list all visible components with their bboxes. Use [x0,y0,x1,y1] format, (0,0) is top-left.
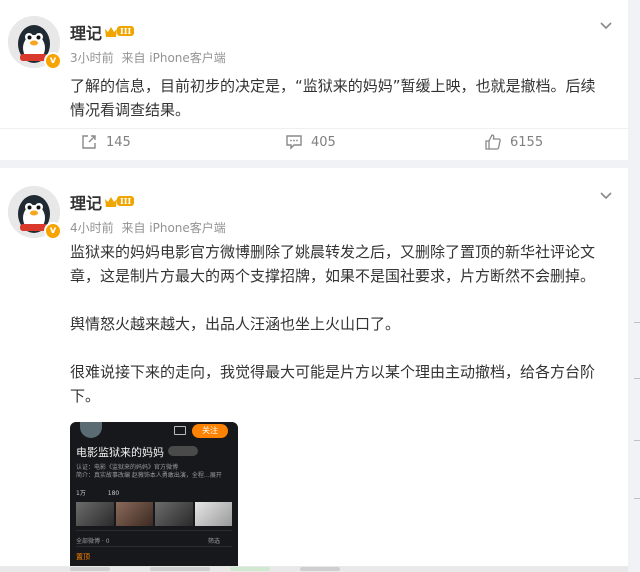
embedded-photo-strip [76,502,232,526]
avatar[interactable]: v [8,16,62,70]
gutter-mark [634,440,640,441]
post-meta: 4小时前 来自 iPhone客户端 [70,219,230,236]
post-time[interactable]: 4小时前 [70,221,114,235]
chevron-down-icon[interactable] [598,188,614,204]
author-name[interactable]: 理记 [70,190,102,214]
post-image[interactable]: 关注 电影监狱来的妈妈 认证：电影《监狱来的妈妈》官方微博 简介：真实故事改编 … [70,422,238,572]
like-button[interactable]: 6155 [484,133,543,151]
partial-element [70,567,110,571]
like-count: 6155 [510,134,544,150]
embedded-divider [76,546,232,547]
post-text: 了解的信息，目前初步的决定是，“监狱来的妈妈”暂缓上映，也就是撤档。后续情况看调… [70,74,610,122]
share-icon [82,135,96,149]
post-time[interactable]: 3小时前 [70,51,114,65]
mail-icon [174,426,186,435]
comment-count: 405 [311,134,336,150]
gutter-mark [634,498,640,499]
weibo-post: v 理记 III 3小时前 来自 iPhone客户端 了解的信息，目前初步的决定… [0,0,628,160]
post-actions: 145 405 6155 [0,128,628,156]
vip-level: III [117,196,135,206]
comment-button[interactable]: 405 [285,133,336,151]
embedded-intro: 简介：真实故事改编 赵薇饰本人勇敢出演，全程…展开 [76,472,222,479]
partial-next-post [0,566,628,572]
embedded-filter: 筛选 [208,538,221,545]
embedded-pinned-label: 置顶 [76,553,90,561]
verified-badge-icon: v [44,222,62,240]
verified-badge-icon: v [44,52,62,70]
embedded-vip-badge [168,446,198,456]
page-gutter [628,0,640,572]
embedded-profile-name: 电影监狱来的妈妈 [76,446,164,459]
post-paragraph: 很难说接下来的走向，我觉得最大可能是片方以某个理由主动撤档，给各方台阶下。 [70,363,596,405]
embedded-avatar [80,422,102,438]
vip-crown-badge[interactable]: III [104,24,136,38]
comment-icon [286,135,302,150]
crown-icon [105,27,117,37]
chevron-down-icon[interactable] [598,18,614,34]
weibo-post: v 理记 III 4小时前 来自 iPhone客户端 监狱来的妈妈电影官方微博删… [0,168,628,572]
crown-icon [105,197,117,207]
author-name[interactable]: 理记 [70,20,102,44]
share-button[interactable]: 145 [80,133,131,151]
embedded-photo [76,502,114,526]
vip-level: III [117,26,135,36]
share-count: 145 [106,134,131,150]
embedded-stat: 1万 [76,490,86,497]
partial-element [150,567,210,571]
embedded-photo [194,502,232,526]
embedded-divider [76,530,232,531]
gutter-mark [634,378,640,379]
post-paragraph: 监狱来的妈妈电影官方微博删除了姚晨转发之后，又删除了置顶的新华社评论文章，这是制… [70,243,596,285]
embedded-follow-button: 关注 [192,424,228,438]
avatar[interactable]: v [8,186,62,240]
like-icon [485,134,501,150]
post-source: 来自 iPhone客户端 [121,51,226,65]
vip-crown-badge[interactable]: III [104,194,136,208]
embedded-photo [155,502,193,526]
post-meta: 3小时前 来自 iPhone客户端 [70,49,230,66]
embedded-all-posts: 全部微博 · 0 [76,538,110,545]
post-paragraph: 了解的信息，目前初步的决定是，“监狱来的妈妈”暂缓上映，也就是撤档。后续情况看调… [70,77,596,119]
embedded-photo [115,502,153,526]
embedded-stat: 180 [107,490,120,497]
gutter-mark [634,322,640,323]
post-text: 监狱来的妈妈电影官方微博删除了姚晨转发之后，又删除了置顶的新华社评论文章，这是制… [70,240,610,408]
post-paragraph: 舆情怒火越来越大，出品人汪涵也坐上火山口了。 [70,315,401,333]
partial-element [300,567,340,571]
partial-element [230,567,270,571]
post-source: 来自 iPhone客户端 [121,221,226,235]
embedded-stats: 1万 180 [76,488,139,497]
